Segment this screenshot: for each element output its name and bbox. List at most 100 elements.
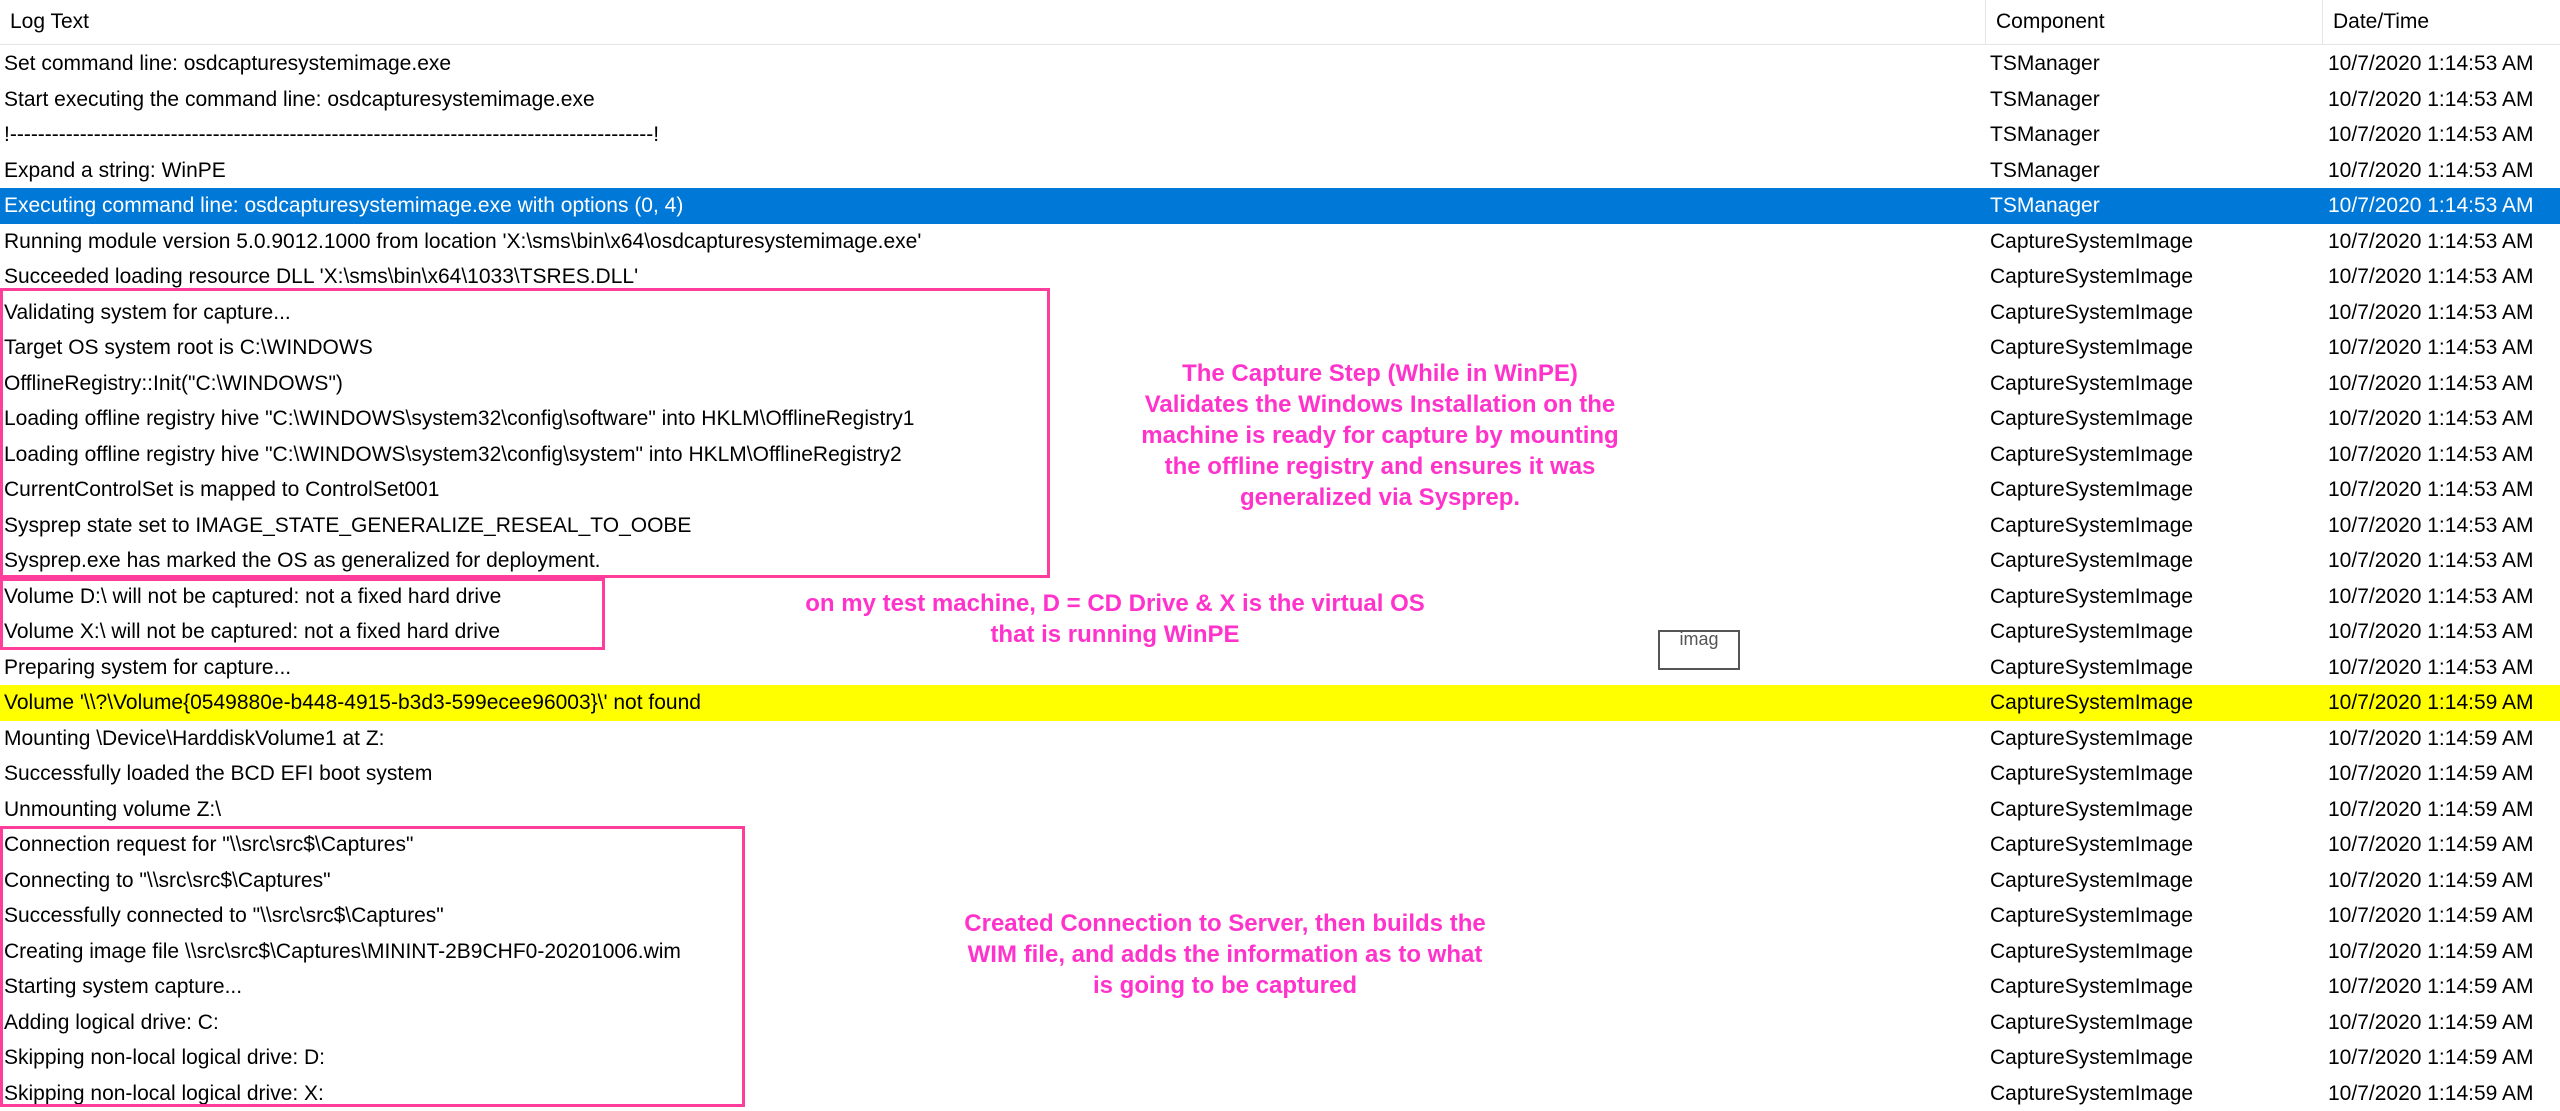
datetime-cell: 10/7/2020 1:14:59 AM [2328,1076,2560,1111]
log-row[interactable]: Skipping non-local logical drive: X:Capt… [0,1076,2560,1111]
log-row[interactable]: Mounting \Device\HarddiskVolume1 at Z:Ca… [0,721,2560,757]
log-text-cell: Expand a string: WinPE [4,153,1979,189]
component-cell: CaptureSystemImage [1990,685,2318,721]
datetime-cell: 10/7/2020 1:14:59 AM [2328,898,2560,934]
log-text-cell: Successfully loaded the BCD EFI boot sys… [4,756,1979,792]
annotation-connection-note: Created Connection to Server, then build… [920,908,1530,1001]
log-text-cell: CurrentControlSet is mapped to ControlSe… [4,472,1979,508]
log-text-cell: Target OS system root is C:\WINDOWS [4,330,1979,366]
log-text-cell: Skipping non-local logical drive: D: [4,1040,1979,1076]
log-text-cell: OfflineRegistry::Init("C:\WINDOWS") [4,366,1979,402]
column-header-component[interactable]: Component [1985,0,2322,44]
log-text-cell: Loading offline registry hive "C:\WINDOW… [4,437,1979,473]
datetime-cell: 10/7/2020 1:14:59 AM [2328,756,2560,792]
datetime-cell: 10/7/2020 1:14:59 AM [2328,934,2560,970]
datetime-cell: 10/7/2020 1:14:59 AM [2328,1005,2560,1041]
component-cell: CaptureSystemImage [1990,330,2318,366]
log-text-cell: Skipping non-local logical drive: X: [4,1076,1979,1111]
stray-tooltip-fragment: imag [1658,630,1740,670]
datetime-cell: 10/7/2020 1:14:53 AM [2328,46,2560,82]
datetime-cell: 10/7/2020 1:14:53 AM [2328,224,2560,260]
datetime-cell: 10/7/2020 1:14:53 AM [2328,543,2560,579]
component-cell: CaptureSystemImage [1990,934,2318,970]
column-header-datetime[interactable]: Date/Time [2322,0,2560,44]
component-cell: TSManager [1990,117,2318,153]
log-text-cell: Succeeded loading resource DLL 'X:\sms\b… [4,259,1979,295]
log-text-cell: !---------------------------------------… [4,117,1979,153]
datetime-cell: 10/7/2020 1:14:53 AM [2328,614,2560,650]
log-text-cell: Executing command line: osdcapturesystem… [4,188,1979,224]
log-text-cell: Connection request for "\\src\src$\Captu… [4,827,1979,863]
log-row[interactable]: Skipping non-local logical drive: D: Capt… [0,1040,2560,1076]
datetime-cell: 10/7/2020 1:14:53 AM [2328,472,2560,508]
log-row[interactable]: !---------------------------------------… [0,117,2560,153]
log-text-cell: Validating system for capture... [4,295,1979,331]
component-cell: CaptureSystemImage [1990,401,2318,437]
component-cell: CaptureSystemImage [1990,827,2318,863]
log-text-cell: Adding logical drive: C: [4,1005,1979,1041]
log-row[interactable]: Executing command line: osdcapturesystem… [0,188,2560,224]
log-text-cell: Volume '\\?\Volume{0549880e-b448-4915-b3… [4,685,1979,721]
log-row[interactable]: Preparing system for capture...CaptureSy… [0,650,2560,686]
component-cell: CaptureSystemImage [1990,898,2318,934]
datetime-cell: 10/7/2020 1:14:59 AM [2328,685,2560,721]
log-text-cell: Sysprep.exe has marked the OS as general… [4,543,1979,579]
component-cell: CaptureSystemImage [1990,614,2318,650]
component-cell: CaptureSystemImage [1990,295,2318,331]
column-header-bar: Log Text Component Date/Time [0,0,2560,45]
datetime-cell: 10/7/2020 1:14:59 AM [2328,1040,2560,1076]
datetime-cell: 10/7/2020 1:14:53 AM [2328,153,2560,189]
component-cell: CaptureSystemImage [1990,863,2318,899]
log-text-cell: Connecting to "\\src\src$\Captures" [4,863,1979,899]
log-text-cell: Set command line: osdcapturesystemimage.… [4,46,1979,82]
column-header-log-text[interactable]: Log Text [0,0,1985,44]
datetime-cell: 10/7/2020 1:14:59 AM [2328,721,2560,757]
component-cell: CaptureSystemImage [1990,756,2318,792]
log-row[interactable]: Successfully loaded the BCD EFI boot sys… [0,756,2560,792]
component-cell: TSManager [1990,188,2318,224]
component-cell: CaptureSystemImage [1990,650,2318,686]
log-row[interactable]: Expand a string: WinPE TSManager 10/7/2020… [0,153,2560,189]
component-cell: CaptureSystemImage [1990,259,2318,295]
log-row[interactable]: Unmounting volume Z:\CaptureSystemImage1… [0,792,2560,828]
log-row[interactable]: Running module version 5.0.9012.1000 fro… [0,224,2560,260]
datetime-cell: 10/7/2020 1:14:53 AM [2328,117,2560,153]
datetime-cell: 10/7/2020 1:14:53 AM [2328,188,2560,224]
log-row[interactable]: Connection request for "\\src\src$\Captu… [0,827,2560,863]
log-row[interactable]: Adding logical drive: C:CaptureSystemIma… [0,1005,2560,1041]
log-row[interactable]: Start executing the command line: osdcap… [0,82,2560,118]
log-row[interactable]: Connecting to "\\src\src$\Captures" Captu… [0,863,2560,899]
log-row[interactable]: Sysprep.exe has marked the OS as general… [0,543,2560,579]
annotation-drive-note: on my test machine, D = CD Drive & X is … [770,588,1460,650]
component-cell: CaptureSystemImage [1990,224,2318,260]
component-cell: TSManager [1990,46,2318,82]
annotation-validation-note: The Capture Step (While in WinPE) Valida… [1100,358,1660,513]
log-row[interactable]: Succeeded loading resource DLL 'X:\sms\b… [0,259,2560,295]
log-row[interactable]: Validating system for capture... CaptureS… [0,295,2560,331]
component-cell: CaptureSystemImage [1990,1040,2318,1076]
log-text-cell: Loading offline registry hive "C:\WINDOW… [4,401,1979,437]
log-text-cell: Start executing the command line: osdcap… [4,82,1979,118]
log-row[interactable]: Set command line: osdcapturesystemimage.… [0,46,2560,82]
component-cell: CaptureSystemImage [1990,472,2318,508]
datetime-cell: 10/7/2020 1:14:53 AM [2328,579,2560,615]
component-cell: CaptureSystemImage [1990,579,2318,615]
component-cell: CaptureSystemImage [1990,792,2318,828]
log-text-cell: Unmounting volume Z:\ [4,792,1979,828]
datetime-cell: 10/7/2020 1:14:53 AM [2328,330,2560,366]
datetime-cell: 10/7/2020 1:14:53 AM [2328,650,2560,686]
component-cell: CaptureSystemImage [1990,508,2318,544]
datetime-cell: 10/7/2020 1:14:53 AM [2328,401,2560,437]
datetime-cell: 10/7/2020 1:14:53 AM [2328,295,2560,331]
datetime-cell: 10/7/2020 1:14:53 AM [2328,366,2560,402]
log-row[interactable]: Volume '\\?\Volume{0549880e-b448-4915-b3… [0,685,2560,721]
component-cell: CaptureSystemImage [1990,969,2318,1005]
datetime-cell: 10/7/2020 1:14:53 AM [2328,259,2560,295]
datetime-cell: 10/7/2020 1:14:59 AM [2328,863,2560,899]
component-cell: TSManager [1990,153,2318,189]
component-cell: TSManager [1990,82,2318,118]
component-cell: CaptureSystemImage [1990,721,2318,757]
component-cell: CaptureSystemImage [1990,366,2318,402]
log-text-cell: Sysprep state set to IMAGE_STATE_GENERAL… [4,508,1979,544]
datetime-cell: 10/7/2020 1:14:53 AM [2328,82,2560,118]
